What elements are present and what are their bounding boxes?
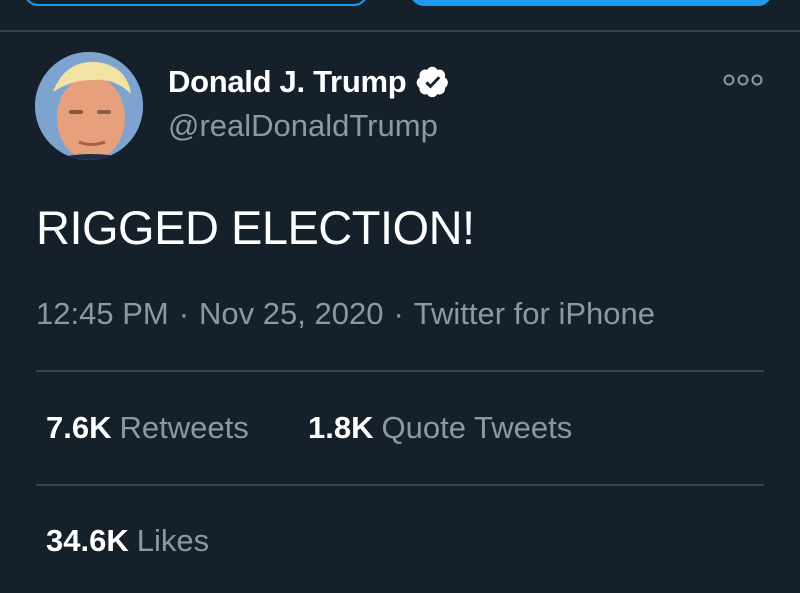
tweet-source[interactable]: Twitter for iPhone (414, 296, 655, 331)
quote-tweets-label: Quote Tweets (381, 410, 573, 445)
tweet-date[interactable]: Nov 25, 2020 (199, 296, 383, 331)
quote-tweets-count: 1.8K (308, 410, 374, 445)
author-name-row: Donald J. Trump (168, 64, 450, 100)
avatar[interactable] (35, 52, 143, 160)
meta-separator: · (393, 296, 404, 331)
meta-separator: · (178, 296, 190, 331)
tweet-metadata: 12:45 PM · Nov 25, 2020 · Twitter for iPhone (36, 296, 655, 332)
verified-badge-icon (417, 66, 449, 98)
top-button-outline[interactable] (24, 0, 368, 6)
stats-divider-top (36, 370, 764, 372)
stats-divider-bottom (36, 484, 764, 486)
tweet-time[interactable]: 12:45 PM (36, 296, 169, 331)
author-name[interactable]: Donald J. Trump (168, 64, 407, 100)
quote-tweets-stat[interactable]: 1.8K Quote Tweets (308, 410, 572, 446)
more-options-icon[interactable] (722, 70, 764, 90)
header-divider (0, 30, 800, 32)
likes-count: 34.6K (46, 523, 129, 558)
likes-stat[interactable]: 34.6K Likes (46, 523, 209, 559)
tweet-text: RIGGED ELECTION! (36, 201, 475, 254)
avatar-image (35, 52, 143, 160)
top-button-filled[interactable] (410, 0, 772, 6)
author-handle[interactable]: @realDonaldTrump (168, 108, 438, 144)
likes-label: Likes (136, 523, 210, 558)
retweets-count: 7.6K (46, 410, 112, 445)
retweets-stat[interactable]: 7.6K Retweets (46, 410, 249, 446)
retweets-label: Retweets (119, 410, 249, 445)
